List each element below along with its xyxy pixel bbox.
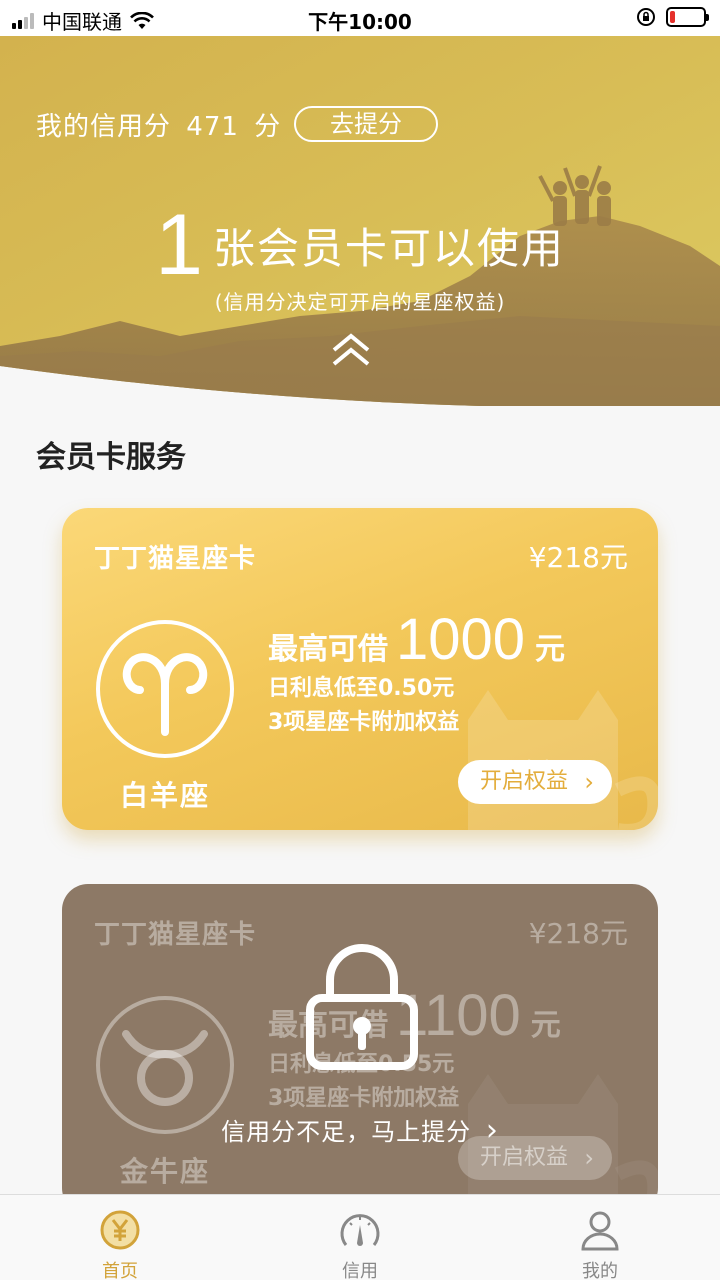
- rotation-lock-icon: [637, 8, 655, 26]
- tab-home[interactable]: 首页: [0, 1195, 240, 1280]
- status-time: 下午10:00: [308, 10, 412, 34]
- card-title: 丁丁猫星座卡: [94, 544, 257, 574]
- double-chevron-up-icon[interactable]: [330, 330, 372, 370]
- available-cards-headline: 1 张会员卡可以使用: [0, 196, 720, 295]
- card-title: 丁丁猫星座卡: [94, 920, 257, 950]
- open-benefits-label: 开启权益: [480, 769, 569, 794]
- section-title: 会员卡服务: [36, 440, 186, 475]
- borrow-limit: 最高可借 1000 元: [268, 606, 565, 673]
- boost-score-button[interactable]: 去提分: [294, 106, 438, 142]
- sign-name: 金牛座: [119, 1155, 210, 1188]
- limit-label: 最高可借: [268, 632, 388, 667]
- tab-label: 信用: [342, 1261, 378, 1280]
- hero-subtitle: (信用分决定可开启的星座权益): [214, 290, 506, 314]
- open-benefits-label: 开启权益: [480, 1145, 569, 1170]
- card-count: 1: [155, 197, 203, 293]
- member-card-taurus[interactable]: 丁丁猫星座卡 ¥218元 金牛座 最高可借 1100 元 日利息低至0.55元 3项…: [62, 884, 658, 1214]
- status-right: [636, 7, 709, 27]
- tab-mine[interactable]: 我的: [480, 1195, 720, 1280]
- tab-label: 我的: [582, 1261, 618, 1280]
- person-icon: [581, 1211, 619, 1251]
- hero-banner: 我的信用分 471 分 去提分 1 张会员卡可以使用 (信用分决定可开启的星座权益…: [0, 36, 720, 406]
- interest-rate: 日利息低至0.50元: [268, 676, 455, 701]
- limit-amount: 1000: [396, 607, 526, 672]
- credit-label: 我的信用分: [36, 112, 172, 142]
- card-price: ¥218元: [528, 917, 628, 950]
- boost-score-link[interactable]: 信用分不足，马上提分 ›: [62, 1112, 658, 1148]
- chevron-right-icon: ›: [485, 1113, 499, 1148]
- locked-message: 信用分不足，马上提分: [221, 1118, 472, 1146]
- credit-score-line: 我的信用分 471 分: [36, 106, 287, 143]
- card-price: ¥218元: [528, 541, 628, 574]
- card-perks: 3项星座卡附加权益: [268, 1086, 460, 1111]
- tab-credit[interactable]: 信用: [240, 1195, 480, 1280]
- battery-level: [670, 11, 675, 23]
- aries-sign-icon: [96, 620, 234, 758]
- chevron-right-icon: ›: [584, 768, 594, 796]
- lock-icon: [306, 944, 418, 1070]
- sign-name: 白羊座: [119, 779, 210, 812]
- yen-circle-icon: [100, 1210, 140, 1250]
- credit-unit: 分: [254, 112, 282, 142]
- card-perks: 3项星座卡附加权益: [268, 710, 460, 735]
- credit-score: 471: [186, 112, 239, 142]
- open-benefits-button[interactable]: 开启权益 ›: [458, 760, 612, 804]
- gauge-icon: [340, 1214, 380, 1246]
- tab-label: 首页: [102, 1261, 138, 1280]
- status-bar: 中国联通 下午10:00: [0, 0, 720, 36]
- limit-unit: 元: [535, 632, 566, 667]
- limit-unit: 元: [530, 1008, 561, 1043]
- battery-icon: [666, 7, 709, 27]
- member-card-aries[interactable]: 丁丁猫星座卡 ¥218元 白羊座 最高可借 1000 元 日利息低至0.50元 3项…: [62, 508, 658, 830]
- card-count-text: 张会员卡可以使用: [212, 224, 565, 273]
- bottom-tab-bar: 首页 信用 我的: [0, 1194, 720, 1280]
